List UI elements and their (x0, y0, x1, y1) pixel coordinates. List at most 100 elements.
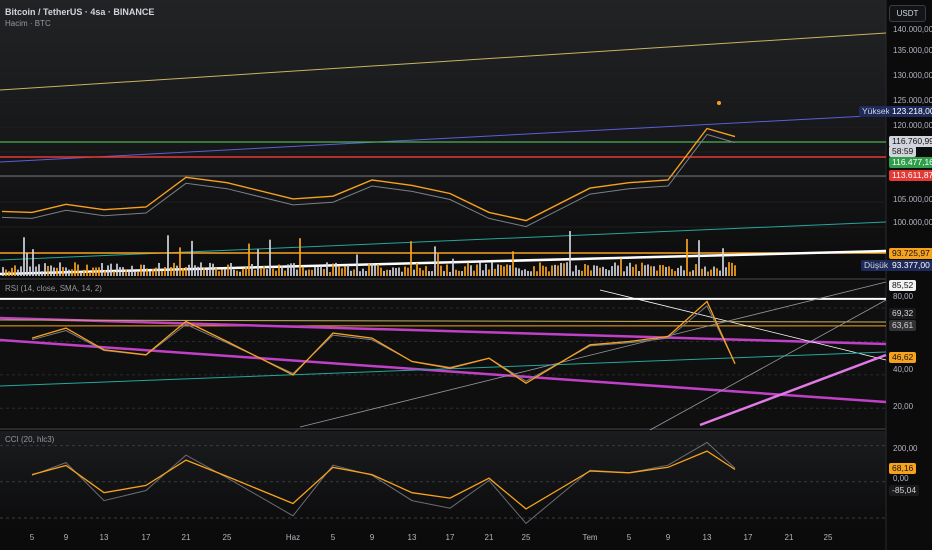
volume-bar (650, 266, 652, 276)
volume-bar (110, 263, 112, 276)
volume-bar (461, 271, 463, 276)
x-tick: 5 (330, 533, 336, 542)
volume-bar (59, 262, 61, 276)
volume-bar (167, 235, 169, 276)
volume-bar (365, 270, 367, 276)
volume-bar (335, 262, 337, 276)
volume-bar (350, 270, 352, 276)
volume-bar (476, 264, 478, 276)
volume-bar (413, 269, 415, 276)
volume-bar (8, 271, 10, 276)
volume-bar (344, 266, 346, 276)
volume-bar (38, 264, 40, 276)
volume-bar (530, 271, 532, 276)
volume-bar (665, 266, 667, 276)
volume-bar (653, 266, 655, 276)
volume-bar (554, 264, 556, 276)
volume-bar (722, 248, 724, 276)
volume-bar (209, 262, 211, 276)
volume-bar (440, 265, 442, 276)
volume-bar (539, 262, 541, 276)
cci-value-a-tag: 68,16 (889, 463, 917, 474)
volume-bar (449, 271, 451, 276)
volume-bar (389, 269, 391, 276)
volume-bar (14, 265, 16, 276)
volume-bar (437, 253, 439, 276)
volume-bar (47, 265, 49, 276)
volume-bar (500, 264, 502, 276)
volume-bar (644, 265, 646, 276)
volume-bar (122, 267, 124, 276)
volume-bar (53, 267, 55, 276)
volume-bar (686, 238, 688, 276)
volume-bar (434, 246, 436, 276)
volume-bar (422, 270, 424, 276)
volume-bar (512, 251, 514, 276)
volume-bar (410, 241, 412, 276)
x-tick: 13 (407, 533, 417, 542)
volume-bar (305, 270, 307, 276)
x-tick: 21 (484, 533, 494, 542)
volume-bar (608, 270, 610, 276)
rsi-white-level-tag: 85,52 (889, 280, 917, 291)
cci-tick: 200,00 (893, 444, 918, 453)
volume-bar (467, 262, 469, 276)
volume-bar (161, 270, 163, 276)
volume-bar (302, 266, 304, 276)
volume-bar (41, 271, 43, 276)
rsi-tick: 20,00 (893, 402, 914, 411)
x-tick: 25 (222, 533, 232, 542)
volume-bar (11, 267, 13, 276)
chart-canvas (0, 0, 887, 550)
volume-bar (575, 265, 577, 276)
volume-bar (485, 264, 487, 276)
volume-bar (23, 237, 25, 276)
volume-bar (194, 265, 196, 276)
volume-bar (635, 264, 637, 276)
volume-bar (50, 265, 52, 276)
volume-bar (446, 264, 448, 276)
volume-bar (602, 266, 604, 276)
price-tick: 125.000,00 (893, 96, 932, 105)
rsi-level-a-tag: 69,32 (889, 308, 917, 319)
x-tick: 13 (99, 533, 109, 542)
volume-bar (326, 262, 328, 276)
volume-bar (569, 231, 571, 276)
volume-bar (647, 264, 649, 276)
volume-bar (683, 270, 685, 276)
x-tick: 9 (63, 533, 69, 542)
volume-bar (677, 267, 679, 276)
volume-bar (680, 265, 682, 276)
volume-bar (293, 263, 295, 276)
rsi-tick: 40,00 (893, 365, 914, 374)
volume-bar (260, 268, 262, 276)
volume-bar (401, 271, 403, 276)
volume-bar (482, 270, 484, 276)
volume-bar (314, 267, 316, 276)
volume-bar (20, 266, 22, 276)
x-tick: 9 (369, 533, 375, 542)
volume-bar (533, 266, 535, 276)
low-value-tag: 93.377,00 (889, 260, 932, 271)
volume-bar (254, 269, 256, 276)
volume-bar (278, 264, 280, 276)
volume-bar (251, 263, 253, 276)
volume-bar (464, 266, 466, 276)
high-point (717, 100, 721, 105)
volume-bar (515, 267, 517, 276)
volume-bar (497, 264, 499, 276)
volume-bar (473, 270, 475, 276)
price-tick: 140.000,00 (893, 25, 932, 34)
volume-bar (152, 268, 154, 276)
volume-bar (188, 264, 190, 276)
high-word-tag: Yüksek (859, 106, 893, 117)
price-tick: 105.000,00 (893, 195, 932, 204)
currency-button[interactable]: USDT (889, 5, 926, 22)
volume-bar (377, 264, 379, 276)
volume-bar (587, 265, 589, 276)
volume-bar (269, 239, 271, 276)
volume-bar (62, 267, 64, 276)
volume-bar (203, 268, 205, 276)
volume-bar (287, 264, 289, 276)
volume-bar (611, 266, 613, 276)
